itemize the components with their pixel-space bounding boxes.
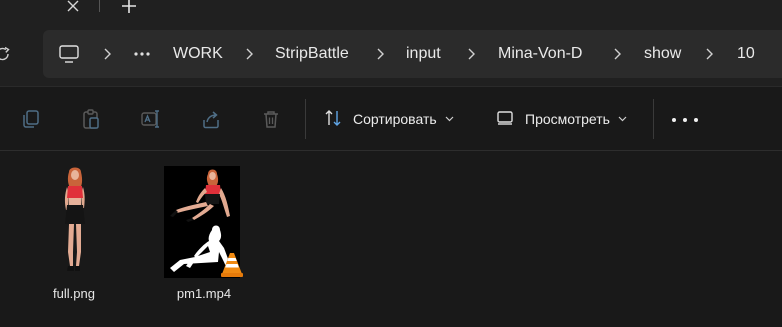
refresh-icon[interactable] <box>0 43 14 65</box>
file-item[interactable]: full.png <box>24 166 124 306</box>
close-icon[interactable] <box>63 0 83 16</box>
chevron-right-icon <box>466 30 476 78</box>
file-list: full.png pm1.mp4 <box>0 152 782 327</box>
breadcrumb-show[interactable]: show <box>644 30 681 78</box>
view-label: Просмотреть <box>525 111 610 127</box>
address-bar[interactable]: WORK StripBattle input Mina-Von-D show 1… <box>43 30 782 78</box>
command-divider <box>653 99 654 139</box>
view-icon <box>495 108 515 131</box>
copy-icon[interactable] <box>19 107 43 131</box>
breadcrumb-stripbattle[interactable]: StripBattle <box>275 30 349 78</box>
breadcrumb-mina-von-d[interactable]: Mina-Von-D <box>498 30 582 78</box>
address-row: WORK StripBattle input Mina-Von-D show 1… <box>0 24 782 86</box>
chevron-down-icon <box>445 116 454 122</box>
tab-divider <box>99 0 100 12</box>
sort-button[interactable]: Сортировать <box>323 106 454 132</box>
file-name: pm1.mp4 <box>176 286 232 301</box>
vlc-cone-icon <box>220 252 244 278</box>
breadcrumb-input[interactable]: input <box>406 30 441 78</box>
chevron-down-icon <box>618 116 627 122</box>
file-name: full.png <box>53 286 95 301</box>
sort-icon <box>323 108 343 131</box>
title-bar <box>0 0 782 24</box>
breadcrumb-current[interactable]: 10 <box>737 30 755 78</box>
file-item[interactable]: pm1.mp4 <box>154 166 254 306</box>
chevron-right-icon <box>102 30 112 78</box>
breadcrumb-work[interactable]: WORK <box>173 30 223 78</box>
command-divider <box>305 99 306 139</box>
chevron-right-icon <box>375 30 385 78</box>
sort-label: Сортировать <box>353 111 437 127</box>
share-icon[interactable] <box>199 107 223 131</box>
plus-icon[interactable] <box>119 0 139 16</box>
video-thumbnail <box>164 166 244 278</box>
more-horizontal-icon[interactable] <box>134 30 150 78</box>
chevron-right-icon <box>612 30 622 78</box>
chevron-right-icon <box>704 30 714 78</box>
chevron-right-icon <box>244 30 254 78</box>
more-icon[interactable] <box>672 111 698 129</box>
image-thumbnail <box>54 166 94 276</box>
trash-icon[interactable] <box>259 107 283 131</box>
rename-icon[interactable] <box>139 107 163 131</box>
command-bar: Сортировать Просмотреть <box>0 86 782 151</box>
paste-icon[interactable] <box>79 107 103 131</box>
view-button[interactable]: Просмотреть <box>495 106 627 132</box>
monitor-icon[interactable] <box>58 30 80 78</box>
